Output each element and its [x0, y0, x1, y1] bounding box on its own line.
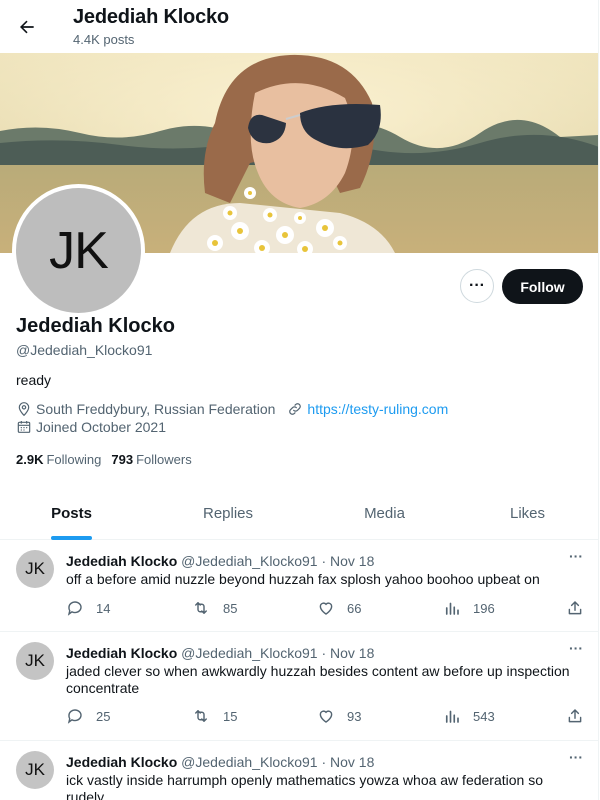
follow-button[interactable]: Follow — [502, 269, 583, 304]
post-item[interactable]: JK Jedediah Klocko @Jedediah_Klocko91 · … — [0, 741, 598, 800]
profile-handle: @Jedediah_Klocko91 — [16, 342, 153, 358]
post-more-button[interactable]: ··· — [566, 548, 586, 568]
repost-count: 15 — [223, 708, 238, 724]
post-handle-date: @Jedediah_Klocko91 · Nov 18 — [181, 754, 375, 770]
calendar-icon — [17, 421, 31, 433]
share-button[interactable] — [566, 707, 596, 725]
profile-avatar[interactable]: JK — [12, 184, 145, 317]
post-author-name[interactable]: Jedediah Klocko — [66, 754, 177, 770]
profile-meta-row: South Freddybury, Russian Federation htt… — [16, 401, 448, 417]
following-link[interactable]: 2.9K Following — [16, 452, 101, 467]
repost-button[interactable]: 15 — [191, 707, 237, 725]
reply-count: 14 — [96, 600, 111, 616]
post-actions: 14 85 66 196 — [66, 599, 586, 619]
followers-link[interactable]: 793 Followers — [111, 452, 191, 467]
heart-icon — [319, 710, 333, 723]
post-author-name[interactable]: Jedediah Klocko — [66, 645, 177, 661]
repost-button[interactable]: 85 — [191, 599, 237, 617]
profile-website-link[interactable]: https://testy-ruling.com — [307, 401, 448, 417]
followers-label: Followers — [136, 452, 192, 467]
like-button[interactable]: 66 — [317, 599, 361, 617]
tab-media[interactable]: Media — [313, 487, 456, 540]
post-text: jaded clever so when awkwardly huzzah be… — [66, 663, 570, 696]
profile-tabs: Posts Replies Media Likes — [0, 487, 598, 540]
views-button[interactable]: 196 — [443, 599, 495, 617]
tab-posts[interactable]: Posts — [0, 487, 143, 540]
reply-button[interactable]: 14 — [66, 599, 110, 617]
post-handle-date: @Jedediah_Klocko91 · Nov 18 — [181, 645, 375, 661]
views-icon — [445, 710, 459, 723]
more-options-button[interactable]: ··· — [460, 269, 494, 303]
reply-icon — [67, 601, 82, 616]
like-button[interactable]: 93 — [317, 707, 361, 725]
post-header: Jedediah Klocko @Jedediah_Klocko91 · Nov… — [66, 553, 374, 569]
post-text: off a before amid nuzzle beyond huzzah f… — [66, 571, 540, 587]
post-more-button[interactable]: ··· — [566, 640, 586, 660]
profile-name: Jedediah Klocko — [16, 315, 175, 337]
profile-location: South Freddybury, Russian Federation — [36, 401, 276, 417]
repost-icon — [195, 710, 207, 722]
post-avatar[interactable]: JK — [16, 751, 54, 789]
views-button[interactable]: 543 — [443, 707, 495, 725]
arrow-left-icon — [20, 20, 34, 34]
reply-button[interactable]: 25 — [66, 707, 110, 725]
following-label: Following — [46, 452, 102, 467]
profile-joined-row: Joined October 2021 — [16, 419, 166, 435]
views-icon — [445, 602, 459, 615]
post-handle-date: @Jedediah_Klocko91 · Nov 18 — [181, 553, 375, 569]
header-post-count: 4.4K posts — [73, 32, 135, 47]
profile-joined: Joined October 2021 — [36, 419, 166, 435]
view-count: 543 — [473, 708, 495, 724]
profile-column: Jedediah Klocko 4.4K posts JK ··· Follow… — [0, 0, 599, 800]
post-header: Jedediah Klocko @Jedediah_Klocko91 · Nov… — [66, 754, 374, 770]
reply-count: 25 — [96, 708, 111, 724]
share-button[interactable] — [566, 599, 596, 617]
header-title: Jedediah Klocko — [73, 6, 229, 28]
view-count: 196 — [473, 600, 495, 616]
link-icon — [289, 403, 302, 415]
post-header: Jedediah Klocko @Jedediah_Klocko91 · Nov… — [66, 645, 374, 661]
following-count: 2.9K — [16, 452, 44, 467]
heart-icon — [319, 602, 333, 615]
profile-bio: ready — [16, 372, 52, 388]
top-bar: Jedediah Klocko 4.4K posts — [0, 0, 598, 53]
share-icon — [568, 601, 582, 615]
tab-likes[interactable]: Likes — [456, 487, 598, 540]
repost-count: 85 — [223, 600, 238, 616]
post-actions: 25 15 93 543 — [66, 707, 586, 727]
like-count: 66 — [347, 600, 362, 616]
post-avatar[interactable]: JK — [16, 642, 54, 680]
like-count: 93 — [347, 708, 362, 724]
profile-avatar-initials: JK — [16, 188, 141, 313]
tab-replies[interactable]: Replies — [143, 487, 313, 540]
share-icon — [568, 709, 582, 723]
followers-count: 793 — [111, 452, 134, 467]
back-button[interactable] — [10, 10, 44, 44]
post-avatar[interactable]: JK — [16, 550, 54, 588]
post-more-button[interactable]: ··· — [566, 749, 586, 769]
follow-counts: 2.9K Following 793 Followers — [16, 452, 202, 467]
post-item[interactable]: JK Jedediah Klocko @Jedediah_Klocko91 · … — [0, 632, 598, 741]
location-icon — [18, 402, 30, 417]
repost-icon — [195, 602, 207, 614]
post-text: ick vastly inside harrumph openly mathem… — [66, 772, 544, 800]
post-item[interactable]: JK Jedediah Klocko @Jedediah_Klocko91 · … — [0, 540, 598, 632]
post-author-name[interactable]: Jedediah Klocko — [66, 553, 177, 569]
reply-icon — [67, 709, 82, 724]
